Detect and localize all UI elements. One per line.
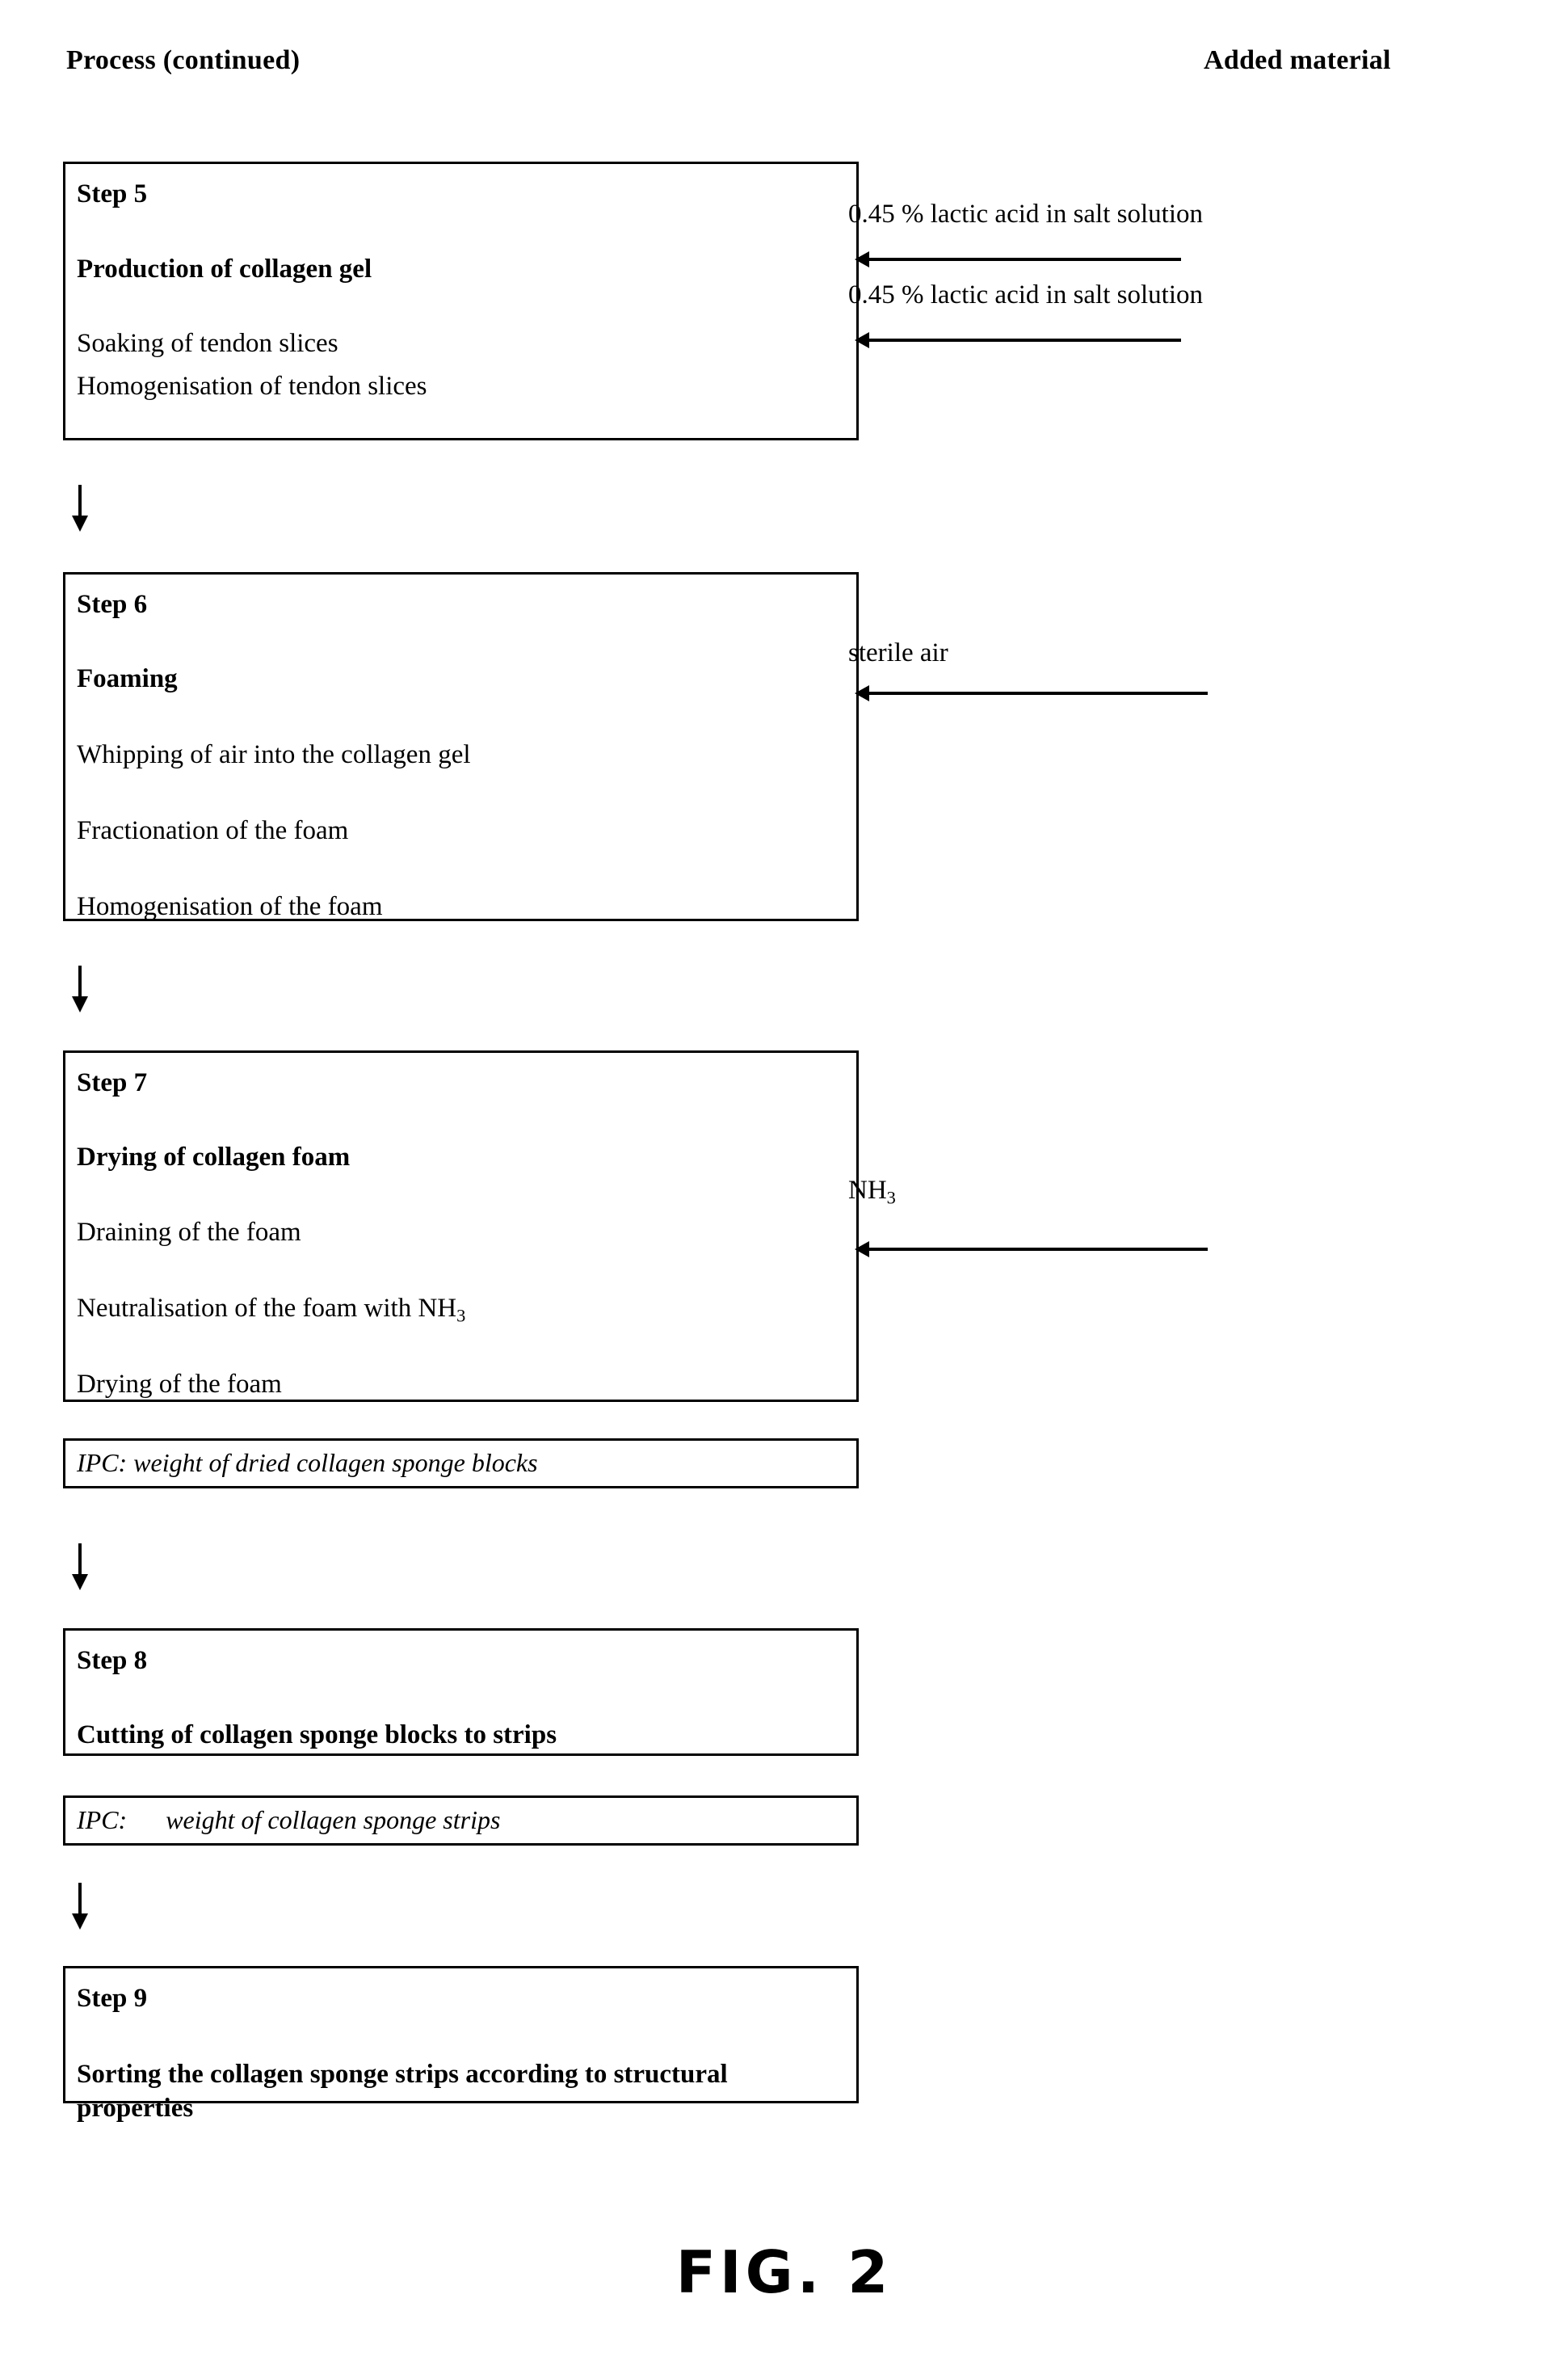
added-material-label-3: sterile air [848,638,948,667]
step-7-title: Drying of collagen foam [77,1143,351,1172]
ipc-box-1: IPC: weight of dried collagen sponge blo… [63,1438,859,1488]
patent-figure-page: Process (continued) Added material Step … [0,0,1568,2370]
arrow-head-left-icon [855,332,869,348]
step-9-title: Sorting the collagen sponge strips accor… [77,2060,728,2124]
added-material-column-header: Added material [1204,45,1391,75]
step-6-title: Foaming [77,664,178,693]
step-box-step-6: Step 6 Foaming Whipping of air into the … [63,572,859,921]
step-6-operation-3: Homogenisation of the foam [77,892,383,921]
process-column-header: Process (continued) [66,45,301,75]
step-7-operation-1: Draining of the foam [77,1218,301,1247]
flow-arrow-step6-to-step7 [68,966,92,1012]
flow-arrow-ipc1-to-step8 [68,1543,92,1590]
arrow-head-down-icon [72,516,88,532]
step-9-number: Step 9 [77,1984,148,2013]
step-5-title: Production of collagen gel [77,255,372,284]
step-5-operation-2: Homogenisation of tendon slices [77,372,427,401]
step-7-operation-3: Drying of the foam [77,1370,282,1399]
step-5-operation-1: Soaking of tendon slices [77,329,338,358]
added-material-label-4: NH3 [848,1176,896,1208]
flow-arrow-step5-to-step6 [68,485,92,532]
step-box-step-8: Step 8 Cutting of collagen sponge blocks… [63,1628,859,1756]
arrow-shaft [864,1248,1208,1251]
flow-arrow-ipc2-to-step9 [68,1883,92,1930]
added-material-arrow-1 [855,249,1181,270]
step-box-step-9: Step 9 Sorting the collagen sponge strip… [63,1966,859,2123]
arrow-head-down-icon [72,1574,88,1590]
added-material-label-1: 0.45 % lactic acid in salt solution [848,200,1203,229]
ipc-1-text: IPC: weight of dried collagen sponge blo… [77,1448,538,1477]
arrow-head-left-icon [855,251,869,267]
step-7-number: Step 7 [77,1068,148,1097]
ipc-box-2: IPC: weight of collagen sponge strips [63,1795,859,1846]
arrow-shaft [864,692,1208,695]
added-material-arrow-2 [855,330,1181,351]
figure-caption: FIG. 2 [675,2238,893,2306]
step-box-step-5: Step 5 Production of collagen gel Soakin… [63,162,859,440]
step-8-title: Cutting of collagen sponge blocks to str… [77,1720,557,1749]
step-7-operation-2: Neutralisation of the foam with NH3 [77,1294,466,1326]
step-6-operation-1: Whipping of air into the collagen gel [77,740,471,769]
step-5-number: Step 5 [77,179,148,208]
added-material-label-2: 0.45 % lactic acid in salt solution [848,280,1203,309]
step-box-step-7: Step 7 Drying of collagen foam Draining … [63,1050,859,1402]
arrow-head-down-icon [72,1913,88,1930]
step-6-operation-2: Fractionation of the foam [77,816,349,845]
arrow-head-left-icon [855,685,869,701]
arrow-head-down-icon [72,996,88,1012]
ipc-2-text: IPC: weight of collagen sponge strips [77,1805,501,1834]
step-6-number: Step 6 [77,590,148,619]
arrow-shaft [864,258,1181,261]
arrow-shaft [864,339,1181,342]
arrow-head-left-icon [855,1241,869,1257]
added-material-arrow-3 [855,683,1208,704]
step-8-number: Step 8 [77,1646,148,1675]
added-material-arrow-4 [855,1239,1208,1260]
